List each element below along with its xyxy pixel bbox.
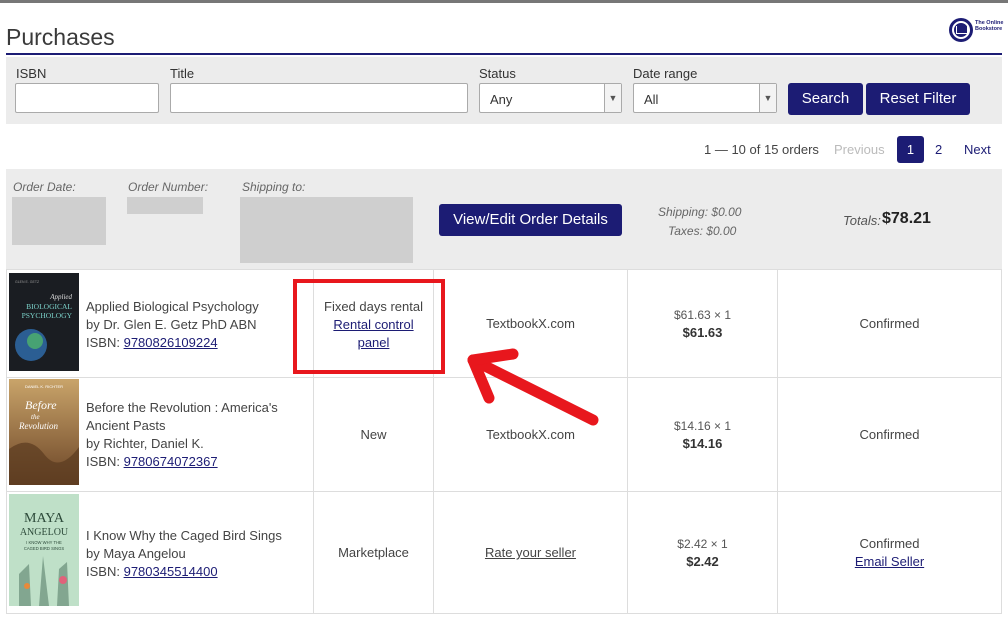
- condition-cell: Marketplace: [338, 545, 409, 560]
- cover-title-line: Revolution: [18, 421, 58, 431]
- date-range-select[interactable]: All ▼: [633, 83, 777, 113]
- title-input[interactable]: [170, 83, 468, 113]
- book-title: Before the Revolution : America's Ancien…: [86, 400, 278, 433]
- logo-icon: [949, 18, 973, 42]
- price-cell: $2.42 × 1 $2.42: [628, 535, 777, 571]
- arrow-annotation-icon: [467, 348, 599, 426]
- cover-author-line: DANIEL K. RICHTER: [25, 384, 63, 389]
- page-2-link[interactable]: 2: [935, 142, 942, 157]
- next-page-link[interactable]: Next: [964, 142, 991, 157]
- shipping-value: $0.00: [711, 205, 742, 219]
- cover-title-line: Applied: [49, 293, 72, 301]
- column-divider: [6, 269, 7, 614]
- book-info: Applied Biological Psychology by Dr. Gle…: [86, 298, 259, 352]
- isbn-prefix: ISBN:: [86, 335, 120, 350]
- taxes-label: Taxes:: [668, 224, 703, 238]
- logo-text: The Online Bookstore: [975, 20, 1004, 32]
- email-seller-link[interactable]: Email Seller: [778, 553, 1001, 571]
- cover-title-line: BIOLOGICAL: [26, 302, 72, 311]
- book-author: by Maya Angelou: [86, 546, 186, 561]
- row-divider: [6, 269, 1002, 270]
- row-divider: [6, 491, 1002, 492]
- isbn-link[interactable]: 9780345514400: [124, 564, 218, 579]
- taxes-cost: Taxes: $0.00: [668, 224, 736, 238]
- previous-page-link[interactable]: Previous: [834, 142, 885, 157]
- book-cover[interactable]: DANIEL K. RICHTER Before the Revolution: [9, 379, 79, 485]
- view-edit-order-button[interactable]: View/Edit Order Details: [439, 204, 622, 236]
- store-logo[interactable]: The Online Bookstore: [949, 18, 1008, 46]
- status-label: Status: [479, 66, 516, 81]
- order-date-redacted: [12, 197, 106, 245]
- date-range-label: Date range: [633, 66, 698, 81]
- top-border: [0, 0, 1008, 3]
- title-divider: [6, 53, 1002, 55]
- status-text: Confirmed: [859, 536, 920, 551]
- cover-sub-line: I KNOW WHY THE: [26, 540, 62, 545]
- unit-price: $14.16 × 1: [673, 419, 732, 433]
- totals-label: Totals:: [843, 213, 881, 228]
- condition-cell: New: [360, 427, 387, 442]
- unit-price: $2.42 × 1: [677, 537, 728, 551]
- page-title: Purchases: [6, 24, 115, 50]
- book-isbn: ISBN: 9780674072367: [86, 453, 296, 471]
- search-button[interactable]: Search: [788, 83, 863, 115]
- isbn-prefix: ISBN:: [86, 454, 120, 469]
- status-select-value: Any: [490, 92, 513, 107]
- book-isbn: ISBN: 9780345514400: [86, 563, 282, 581]
- chevron-down-icon: ▼: [604, 84, 621, 112]
- line-total: $61.63: [682, 325, 723, 340]
- cover-title-line: MAYA: [24, 511, 65, 526]
- line-total: $14.16: [682, 436, 723, 451]
- status-cell: Confirmed Email Seller: [778, 535, 1001, 571]
- book-isbn: ISBN: 9780826109224: [86, 334, 259, 352]
- price-cell: $61.63 × 1 $61.63: [628, 306, 777, 342]
- book-cover[interactable]: MAYA ANGELOU I KNOW WHY THE CAGED BIRD S…: [9, 494, 79, 606]
- isbn-link[interactable]: 9780826109224: [124, 335, 218, 350]
- cover-author-line: GLEN E. GETZ: [15, 280, 40, 284]
- chevron-down-icon: ▼: [759, 84, 776, 112]
- order-number-redacted: [127, 197, 203, 214]
- book-title: Applied Biological Psychology: [86, 299, 259, 314]
- cover-title-line: PSYCHOLOGY: [22, 311, 73, 320]
- title-label: Title: [170, 66, 195, 81]
- column-divider: [1001, 269, 1002, 614]
- book-author: by Richter, Daniel K.: [86, 436, 204, 451]
- cover-title-line: the: [31, 413, 40, 421]
- highlight-box: [293, 279, 445, 374]
- status-select[interactable]: Any ▼: [479, 83, 622, 113]
- isbn-input[interactable]: [15, 83, 159, 113]
- totals-value: $78.21: [882, 210, 931, 227]
- isbn-link[interactable]: 9780674072367: [124, 454, 218, 469]
- seller-cell: TextbookX.com: [486, 316, 575, 331]
- shipping-to-label: Shipping to:: [242, 180, 306, 194]
- row-divider: [6, 613, 1002, 614]
- shipping-cost: Shipping: $0.00: [658, 205, 741, 219]
- page-1-button[interactable]: 1: [897, 136, 924, 163]
- line-total: $2.42: [686, 554, 719, 569]
- status-cell: Confirmed: [859, 427, 920, 442]
- price-cell: $14.16 × 1 $14.16: [628, 417, 777, 453]
- isbn-prefix: ISBN:: [86, 564, 120, 579]
- rate-seller-link[interactable]: Rate your seller: [434, 544, 627, 562]
- cover-sub-line: CAGED BIRD SINGS: [24, 546, 64, 551]
- shipping-address-redacted: [240, 197, 413, 263]
- book-info: I Know Why the Caged Bird Sings by Maya …: [86, 527, 282, 581]
- book-cover[interactable]: Applied BIOLOGICAL PSYCHOLOGY GLEN E. GE…: [9, 273, 79, 371]
- cover-title-line: ANGELOU: [20, 527, 69, 538]
- cover-title-line: Before: [25, 398, 57, 412]
- order-date-label: Order Date:: [13, 180, 76, 194]
- unit-price: $61.63 × 1: [673, 308, 732, 322]
- taxes-value: $0.00: [706, 224, 737, 238]
- reset-filter-button[interactable]: Reset Filter: [866, 83, 970, 115]
- book-info: Before the Revolution : America's Ancien…: [86, 399, 296, 471]
- status-cell: Confirmed: [859, 316, 920, 331]
- book-author: by Dr. Glen E. Getz PhD ABN: [86, 317, 257, 332]
- book-title: I Know Why the Caged Bird Sings: [86, 528, 282, 543]
- date-range-select-value: All: [644, 92, 659, 107]
- isbn-label: ISBN: [16, 66, 47, 81]
- shipping-label: Shipping:: [658, 205, 709, 219]
- pagination-summary: 1 — 10 of 15 orders: [704, 142, 819, 157]
- order-number-label: Order Number:: [128, 180, 209, 194]
